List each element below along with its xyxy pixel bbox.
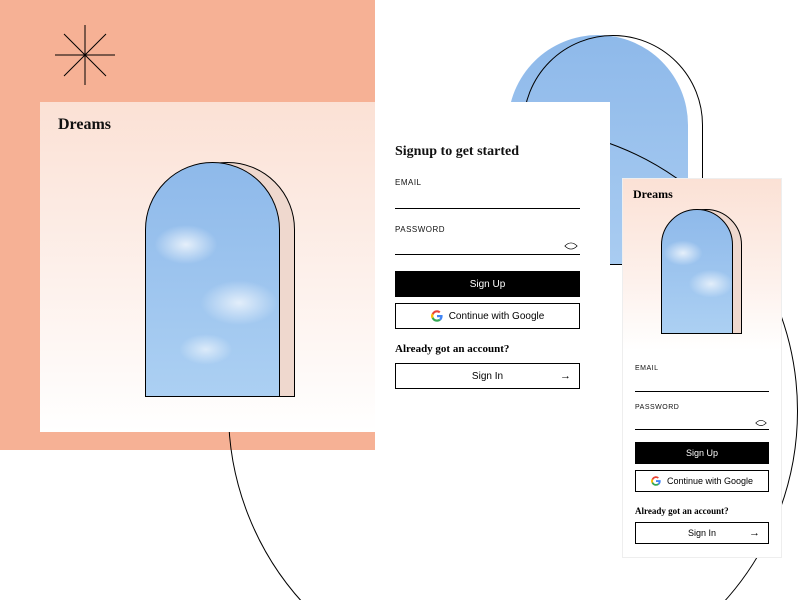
signup-form-mobile: EMAIL PASSWORD Sign Up Continue with Goo… — [623, 351, 781, 544]
google-button-label: Continue with Google — [449, 311, 545, 322]
already-account-text: Already got an account? — [395, 343, 580, 355]
arrow-right-icon-mobile: → — [749, 527, 760, 539]
signup-form: Signup to get started EMAIL PASSWORD Sig… — [375, 102, 610, 432]
password-input[interactable] — [395, 237, 580, 255]
signup-button-label-mobile: Sign Up — [686, 448, 718, 458]
signup-button-label: Sign Up — [470, 279, 506, 290]
google-signup-button-mobile[interactable]: Continue with Google — [635, 470, 769, 492]
signin-button-label-mobile: Sign In — [688, 528, 716, 538]
signin-button-label: Sign In — [472, 371, 503, 382]
email-label: EMAIL — [395, 178, 580, 187]
signup-card-mobile: Dreams EMAIL PASSWORD Sign Up — [622, 178, 782, 558]
arch-window-illustration-mobile — [661, 209, 746, 337]
asterisk-icon — [55, 25, 115, 85]
password-label-mobile: PASSWORD — [635, 404, 769, 411]
form-heading: Signup to get started — [395, 144, 580, 160]
eye-icon-mobile[interactable] — [755, 414, 767, 422]
arrow-right-icon: → — [560, 370, 571, 382]
google-icon — [431, 310, 443, 322]
signup-button-mobile[interactable]: Sign Up — [635, 442, 769, 464]
password-label: PASSWORD — [395, 225, 580, 234]
brand-logo-mobile: Dreams — [633, 187, 673, 202]
hero-panel-mobile: Dreams — [623, 179, 781, 351]
signin-button[interactable]: Sign In → — [395, 363, 580, 389]
google-icon-mobile — [651, 476, 661, 486]
signin-button-mobile[interactable]: Sign In → — [635, 522, 769, 544]
google-signup-button[interactable]: Continue with Google — [395, 303, 580, 329]
password-input-mobile[interactable] — [635, 416, 769, 430]
signup-card-desktop: Dreams Signup to get started EMAIL PASSW… — [40, 102, 610, 432]
signup-button[interactable]: Sign Up — [395, 271, 580, 297]
email-input[interactable] — [395, 191, 580, 209]
email-label-mobile: EMAIL — [635, 365, 769, 372]
hero-panel: Dreams — [40, 102, 375, 432]
arch-window-illustration — [145, 162, 295, 397]
already-account-text-mobile: Already got an account? — [635, 506, 769, 516]
eye-icon[interactable] — [564, 238, 578, 248]
brand-logo: Dreams — [58, 116, 111, 134]
google-button-label-mobile: Continue with Google — [667, 476, 753, 486]
email-input-mobile[interactable] — [635, 378, 769, 392]
